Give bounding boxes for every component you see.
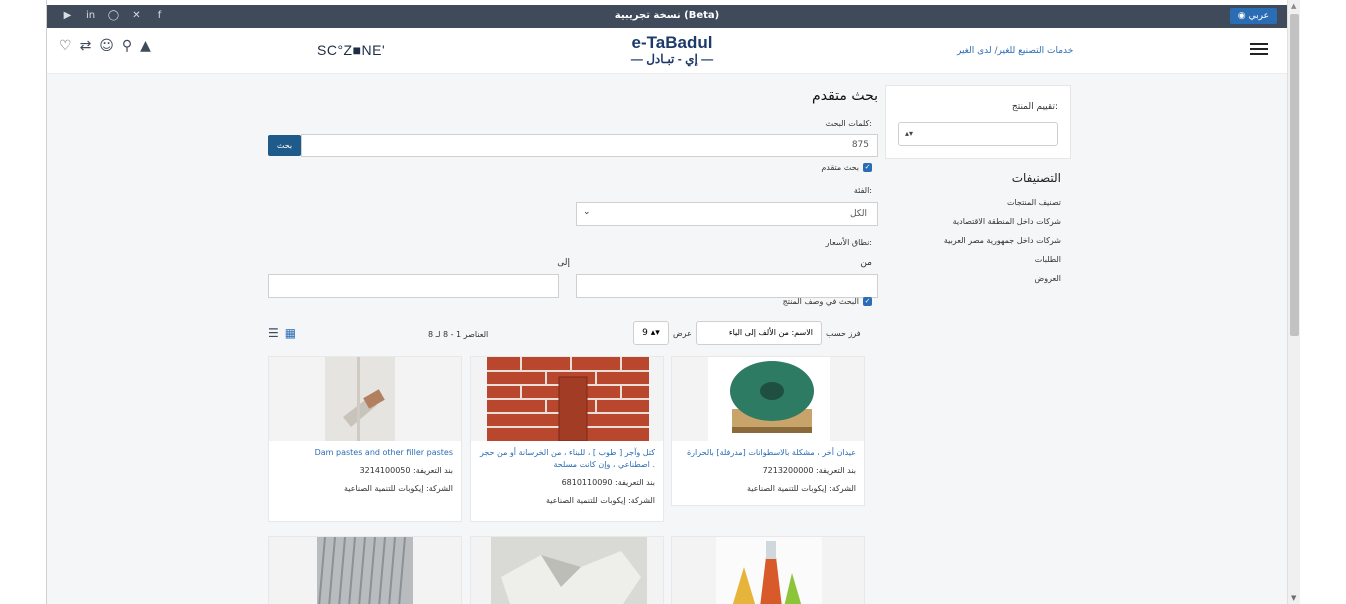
language-label: عربي: [1248, 11, 1269, 21]
product-card[interactable]: [671, 536, 865, 604]
rating-filter: تقييم المنتج: ▴▾: [885, 85, 1071, 159]
browser-frame: ▶ in ◯ ✕ f نسخة تجريبية (Beta) ◉ عربي ♡ …: [46, 0, 1300, 604]
product-card[interactable]: كتل وآجر [ طوب ] ، للبناء ، من الخرسانة …: [470, 356, 664, 522]
site-header: ♡ ⇄ ☺ ⚲ ▲ SC°Z■NE' e-TaBadul — إي - تبـا…: [47, 28, 1287, 74]
category-link[interactable]: الطلبات: [885, 250, 1061, 269]
product-card[interactable]: عيدان أخر ، مشكلة بالاسطوانات [مدرفلة] ب…: [671, 356, 865, 506]
price-range-label: نطاق الأسعار:: [825, 238, 872, 247]
price-to-label: إلى: [557, 258, 570, 268]
product-card[interactable]: [268, 536, 462, 604]
select-arrows-icon: ▴▾: [905, 129, 914, 138]
results-toolbar: ☰ ▦ العناصر 1 - 8 لـ 8 9 ▴▾ عرض الاسم: م…: [268, 321, 878, 345]
product-image[interactable]: [471, 537, 663, 604]
categories-title: التصنيفات: [1011, 171, 1061, 185]
checkbox-checked-icon: ✓: [863, 297, 872, 306]
product-image[interactable]: [269, 537, 461, 604]
sort-value: الاسم: من الألف إلى الياء: [728, 328, 813, 337]
search-button[interactable]: بحث: [268, 135, 301, 156]
logo-arabic: — إي - تبـادل —: [630, 52, 714, 66]
advanced-search-label: بحث متقدم: [821, 163, 859, 172]
search-description-label: البحث في وصف المنتج: [782, 297, 859, 306]
page-content: تقييم المنتج: ▴▾ التصنيفات تصنيف المنتجا…: [47, 74, 1287, 604]
results-count: العناصر 1 - 8 لـ 8: [428, 330, 489, 339]
scroll-up-icon[interactable]: ▲: [1291, 2, 1296, 10]
category-label: الفئة:: [853, 186, 872, 195]
logo-small-icon[interactable]: ▲: [140, 38, 151, 54]
compare-icon[interactable]: ⇄: [80, 38, 92, 54]
product-company: الشركة: إيكوبات للتنمية الصناعية: [344, 484, 453, 493]
beta-banner: نسخة تجريبية (Beta): [614, 10, 720, 21]
sczone-logo[interactable]: SC°Z■NE': [317, 42, 385, 58]
checkbox-checked-icon: ✓: [863, 163, 872, 172]
page-size-label: عرض: [673, 329, 692, 338]
categories-list: تصنيف المنتجات شركات داخل المنطقة الاقتص…: [885, 193, 1071, 288]
site-logo[interactable]: e-TaBadul — إي - تبـادل —: [607, 33, 737, 67]
list-view-icon[interactable]: ☰: [268, 326, 279, 340]
category-select[interactable]: ⌄ الكل: [576, 202, 878, 226]
product-tariff: بند التعريفة: 7213200000: [762, 466, 856, 475]
product-image[interactable]: [269, 357, 461, 441]
page-size-select[interactable]: 9 ▴▾: [633, 321, 669, 345]
search-description-checkbox[interactable]: البحث في وصف المنتج ✓: [783, 297, 872, 306]
grid-view-icon[interactable]: ▦: [285, 326, 296, 340]
scrollbar-thumb[interactable]: [1290, 14, 1299, 336]
product-card[interactable]: [470, 536, 664, 604]
product-tariff: بند التعريفة: 3214100050: [359, 466, 453, 475]
category-link[interactable]: شركات داخل المنطقة الاقتصادية: [885, 212, 1061, 231]
chevron-down-icon: ⌄: [583, 207, 591, 217]
category-value: الكل: [849, 209, 867, 219]
services-link[interactable]: خدمات التصنيع للغير/ لدى الغير: [957, 46, 1073, 56]
product-name[interactable]: Dam pastes and other filler pastes: [277, 447, 453, 459]
price-from-label: من: [860, 258, 872, 268]
advanced-search-checkbox[interactable]: بحث متقدم ✓: [821, 163, 872, 172]
product-card[interactable]: Dam pastes and other filler pastes بند ا…: [268, 356, 462, 522]
account-icon[interactable]: ☺: [99, 38, 114, 54]
category-link[interactable]: شركات داخل جمهورية مصر العربية: [885, 231, 1061, 250]
menu-icon[interactable]: [1250, 40, 1268, 58]
search-row: 875 بحث: [268, 134, 878, 157]
view-toggle: ☰ ▦: [268, 326, 296, 340]
product-name[interactable]: كتل وآجر [ طوب ] ، للبناء ، من الخرسانة …: [479, 447, 655, 471]
logo-english: e-TaBadul: [631, 33, 713, 52]
wishlist-icon[interactable]: ♡: [59, 38, 72, 54]
page-size-value: 9: [642, 328, 648, 338]
sidebar: تقييم المنتج: ▴▾ التصنيفات تصنيف المنتجا…: [885, 85, 1071, 288]
product-company: الشركة: إيكوبات للتنمية الصناعية: [546, 496, 655, 505]
product-image[interactable]: [471, 357, 663, 441]
product-tariff: بند التعريفة: 6810110090: [561, 478, 655, 487]
language-button[interactable]: ◉ عربي: [1229, 8, 1277, 24]
price-to-input[interactable]: [268, 274, 559, 298]
search-icon[interactable]: ⚲: [122, 38, 132, 54]
category-link[interactable]: تصنيف المنتجات: [885, 193, 1061, 212]
product-company: الشركة: إيكوبات للتنمية الصناعية: [747, 484, 856, 493]
rating-select[interactable]: ▴▾: [898, 122, 1058, 146]
product-name[interactable]: عيدان أخر ، مشكلة بالاسطوانات [مدرفلة] ب…: [680, 447, 856, 459]
sort-select[interactable]: الاسم: من الألف إلى الياء: [696, 321, 822, 345]
product-image[interactable]: [672, 537, 864, 604]
rating-label: تقييم المنتج:: [1011, 102, 1058, 112]
page-title: بحث متقدم: [812, 88, 878, 104]
vertical-scrollbar[interactable]: ▲ ▼: [1287, 0, 1300, 604]
globe-icon: ◉: [1237, 11, 1246, 21]
top-bar: ▶ in ◯ ✕ f نسخة تجريبية (Beta) ◉ عربي: [47, 5, 1287, 28]
product-image[interactable]: [672, 357, 864, 441]
scroll-down-icon[interactable]: ▼: [1291, 594, 1296, 602]
header-icons: ♡ ⇄ ☺ ⚲ ▲: [59, 38, 151, 54]
search-input[interactable]: 875: [301, 134, 878, 157]
price-from-input[interactable]: [576, 274, 878, 298]
category-link[interactable]: العروض: [885, 269, 1061, 288]
sort-label: فرز حسب: [826, 329, 861, 338]
keywords-label: كلمات البحث:: [825, 119, 872, 128]
